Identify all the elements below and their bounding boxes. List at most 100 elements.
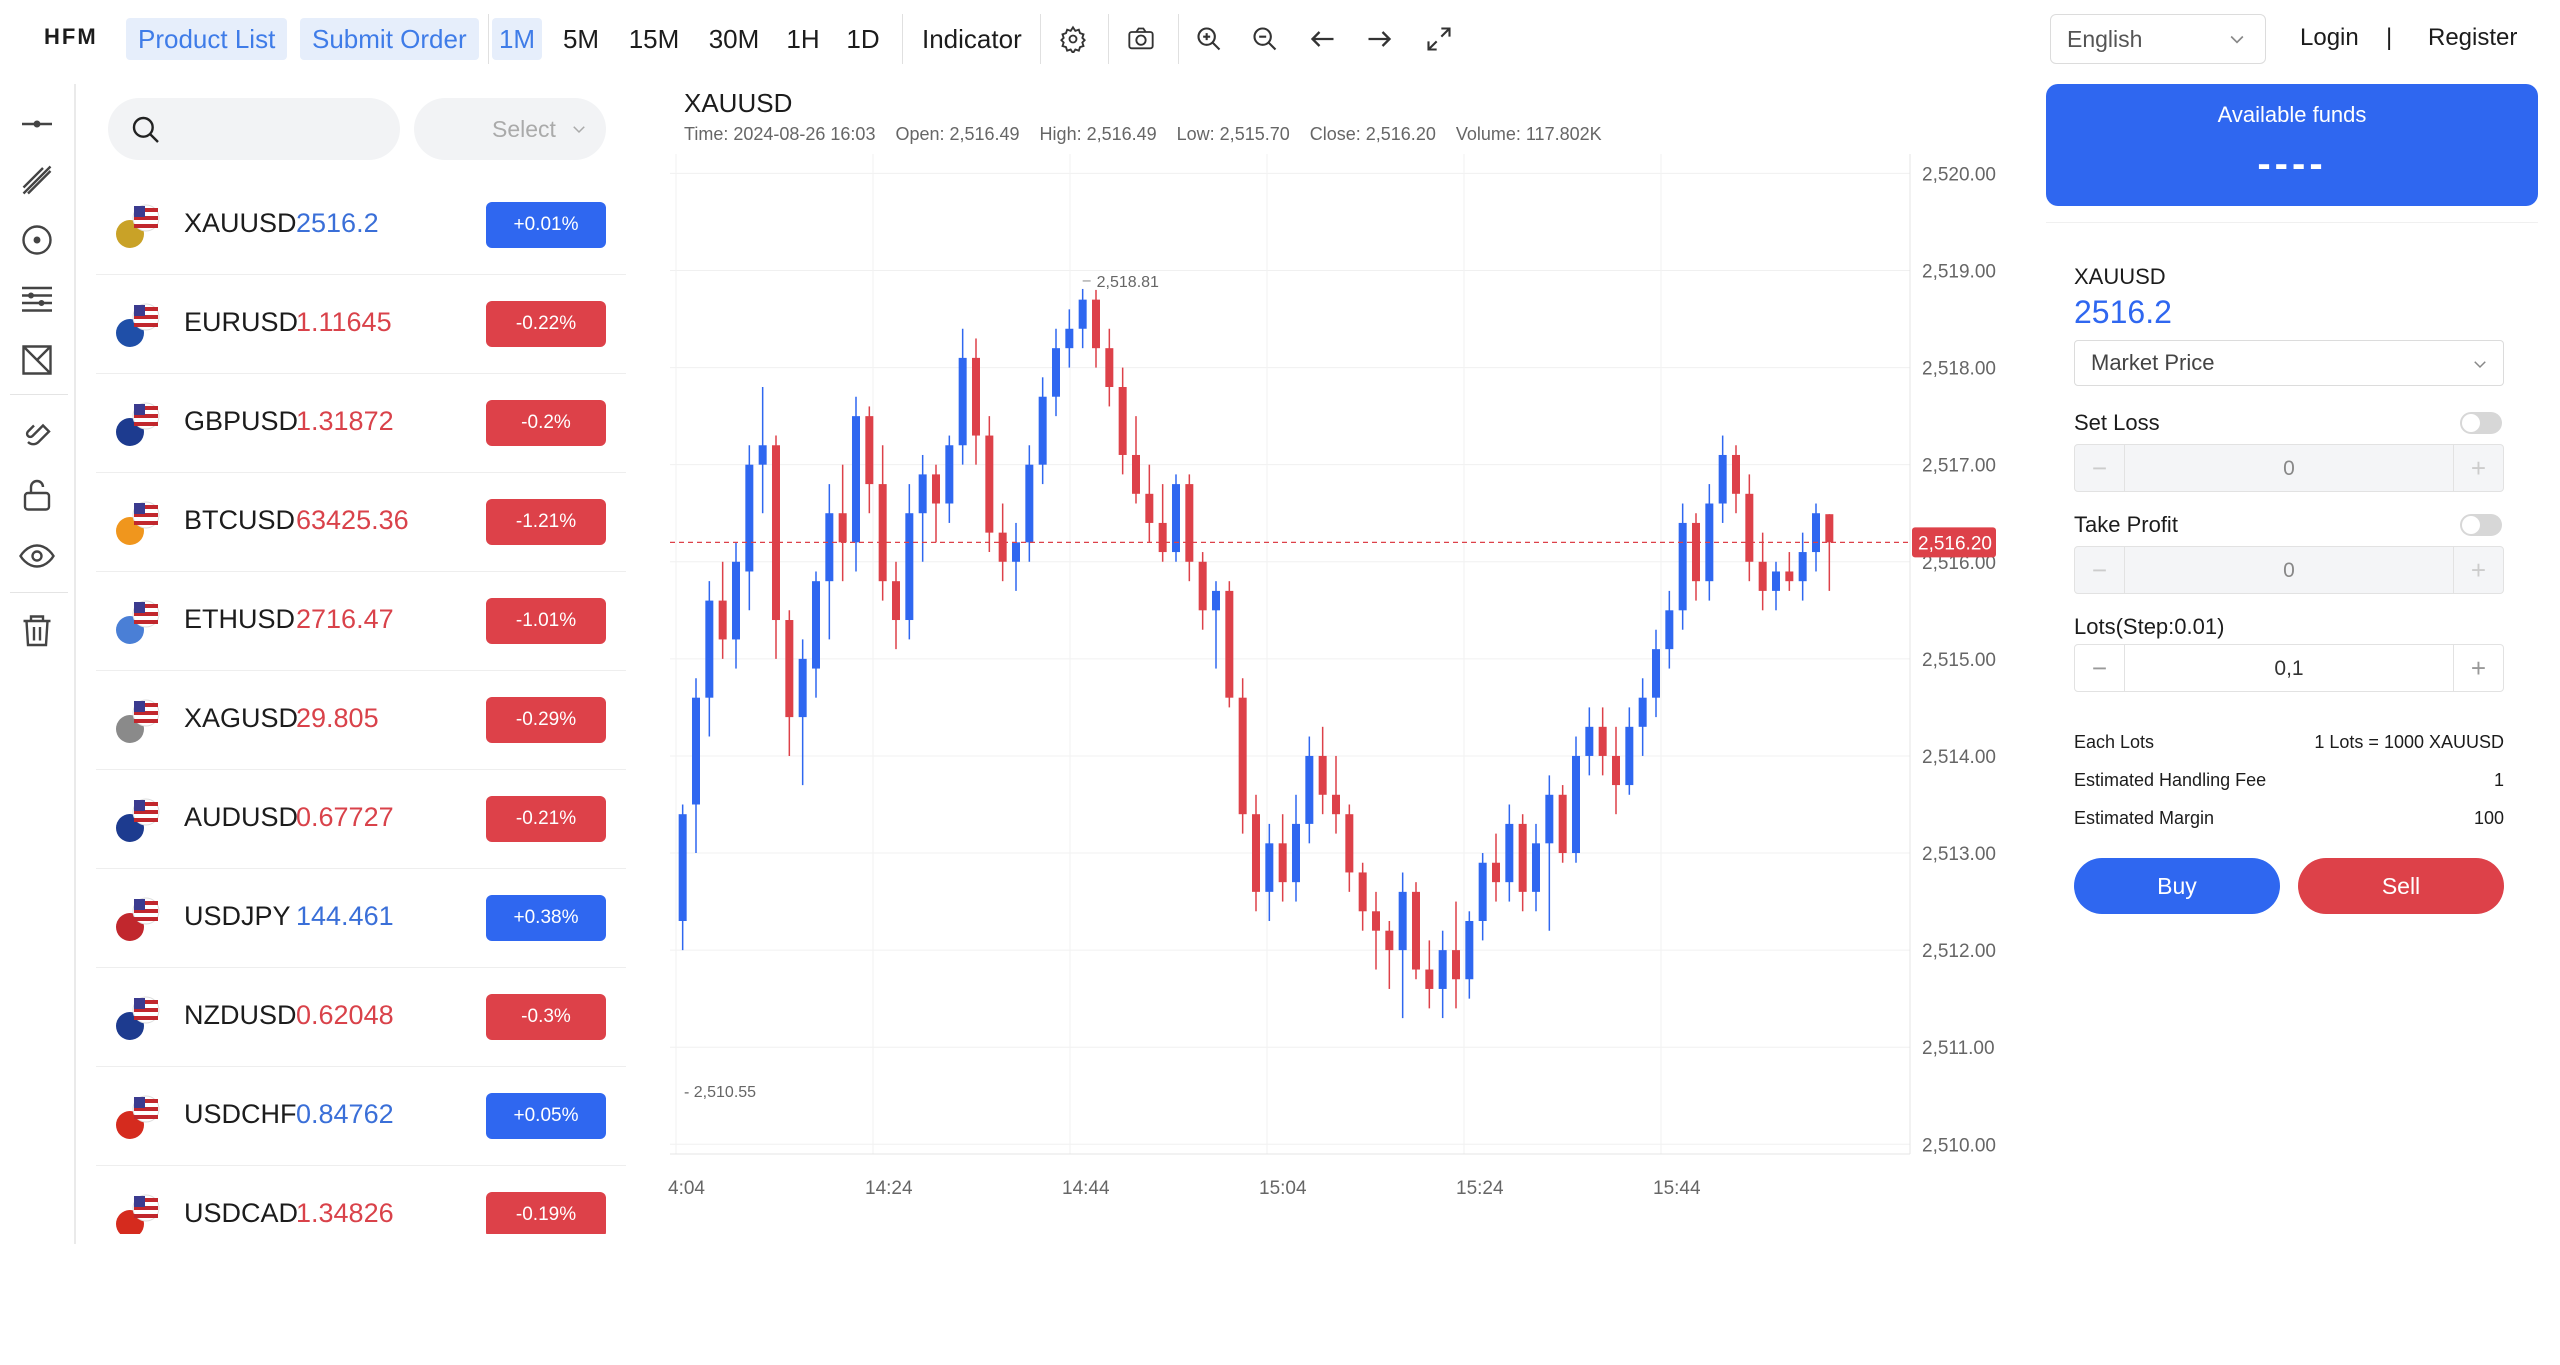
take-profit-increment[interactable]: + [2453,547,2503,593]
x-tick-label: 15:44 [1653,1178,1701,1199]
timeframe-1h[interactable]: 1H [778,18,828,60]
arrow-left-icon[interactable] [1304,20,1342,58]
circle-tool-icon[interactable] [17,220,57,260]
login-link[interactable]: Login [2300,24,2359,52]
magnet-icon[interactable] [17,416,57,456]
price-chart[interactable]: XAUUSD Time: 2024-08-26 16:03 Open: 2,51… [660,84,2030,1224]
watchlist-row-audusd[interactable]: AUDUSD 0.67727 -0.21% [96,770,626,869]
candle-body [1652,649,1660,698]
set-loss-increment[interactable]: + [2453,445,2503,491]
take-profit-stepper[interactable]: − 0 + [2074,546,2504,594]
price-type-select[interactable]: Market Price [2074,340,2504,386]
watchlist-row-usdcad[interactable]: USDCAD 1.34826 -0.19% [96,1166,626,1234]
take-profit-decrement[interactable]: − [2075,547,2125,593]
watchlist-row-usdjpy[interactable]: USDJPY 144.461 +0.38% [96,869,626,968]
fullscreen-icon[interactable] [1420,20,1458,58]
nav-submit-order[interactable]: Submit Order [300,18,479,60]
y-tick-label: 2,515.00 [1922,650,1996,671]
register-link[interactable]: Register [2428,24,2517,52]
set-loss-toggle[interactable] [2460,412,2502,434]
candle-body [1825,514,1834,543]
take-profit-toggle[interactable] [2460,514,2502,536]
timeframe-1d[interactable]: 1D [838,18,888,60]
shape-tool-icon[interactable] [17,340,57,380]
buy-button[interactable]: Buy [2074,858,2280,914]
set-loss-stepper[interactable]: − 0 + [2074,444,2504,492]
lots-increment[interactable]: + [2453,645,2503,691]
category-select[interactable]: Select [414,98,606,160]
language-select[interactable]: English [2050,14,2266,64]
candle-body [1225,590,1234,698]
lots-value[interactable]: 0,1 [2125,657,2453,681]
each-lots-value: 1 Lots = 1000 XAUUSD [2314,732,2504,752]
watchlist-row-eurusd[interactable]: EURUSD 1.11645 -0.22% [96,275,626,374]
order-price: 2516.2 [2074,294,2172,330]
y-tick-label: 2,519.00 [1922,262,1996,283]
timeframe-5m[interactable]: 5M [556,18,606,60]
timeframe-1m[interactable]: 1M [492,18,542,60]
trash-icon[interactable] [17,610,57,650]
pen-tool-icon[interactable] [17,160,57,200]
divider [10,394,68,395]
candle-body [918,474,927,514]
candle-body [1292,823,1300,883]
candle-body [1772,571,1780,591]
symbol-name: BTCUSD [184,505,296,535]
watchlist-row-usdchf[interactable]: USDCHF 0.84762 +0.05% [96,1067,626,1166]
candle-body [1678,522,1687,611]
timeframe-15m[interactable]: 15M [620,18,688,60]
candle-body [1518,823,1527,892]
candle-body [1612,755,1620,786]
currency-flag-icon [116,204,160,248]
sell-button[interactable]: Sell [2298,858,2504,914]
symbol-price: 2716.47 [296,604,394,634]
candle-body [1145,493,1154,523]
divider [2046,222,2538,223]
eye-icon[interactable] [17,536,57,576]
set-loss-decrement[interactable]: − [2075,445,2125,491]
line-tool-icon[interactable] [17,104,57,144]
indicator-button[interactable]: Indicator [922,24,1022,55]
candle-body [1212,590,1220,611]
candle-body [1745,493,1754,562]
symbol-price: 0.84762 [296,1099,394,1129]
candle-body [972,357,980,436]
settings-gear-icon[interactable] [1054,20,1092,58]
lots-stepper[interactable]: − 0,1 + [2074,644,2504,692]
fib-lines-icon[interactable] [17,280,57,320]
zoom-out-icon[interactable] [1246,20,1284,58]
watchlist-row-gbpusd[interactable]: GBPUSD 1.31872 -0.2% [96,374,626,473]
candle-body [1105,348,1114,388]
candle-body [1665,610,1674,650]
candlestick-chart-svg[interactable]: 2,520.002,519.002,518.002,517.002,516.00… [660,84,2030,1224]
search-input[interactable] [108,98,400,160]
nav-product-list[interactable]: Product List [126,18,288,60]
candle-body [1398,891,1407,951]
camera-icon[interactable] [1122,20,1160,58]
timeframe-30m[interactable]: 30M [700,18,768,60]
watchlist-row-xauusd[interactable]: XAUUSD 2516.2 +0.01% [96,176,626,275]
lots-decrement[interactable]: − [2075,645,2125,691]
chevron-down-icon [573,126,585,134]
candle-body [985,435,994,533]
symbol-price: 1.34826 [296,1198,394,1228]
watchlist-row-btcusd[interactable]: BTCUSD 63425.36 -1.21% [96,473,626,572]
watchlist-row-xagusd[interactable]: XAGUSD 29.805 -0.29% [96,671,626,770]
zoom-in-icon[interactable] [1190,20,1228,58]
candle-body [1812,513,1820,553]
candle-body [1318,755,1327,795]
arrow-right-icon[interactable] [1360,20,1398,58]
candle-body [1558,794,1567,854]
candle-body [932,474,940,504]
candle-body [1798,552,1807,582]
watchlist-row-ethusd[interactable]: ETHUSD 2716.47 -1.01% [96,572,626,671]
symbol-name: USDJPY [184,901,291,931]
candle-body [1278,843,1287,883]
candle-body [1198,561,1207,611]
candle-body [1545,794,1554,844]
candle-body [732,561,740,640]
language-value: English [2067,25,2143,52]
watchlist-row-nzdusd[interactable]: NZDUSD 0.62048 -0.3% [96,968,626,1067]
x-tick-label: 14:44 [1062,1178,1110,1199]
lock-icon[interactable] [17,476,57,516]
